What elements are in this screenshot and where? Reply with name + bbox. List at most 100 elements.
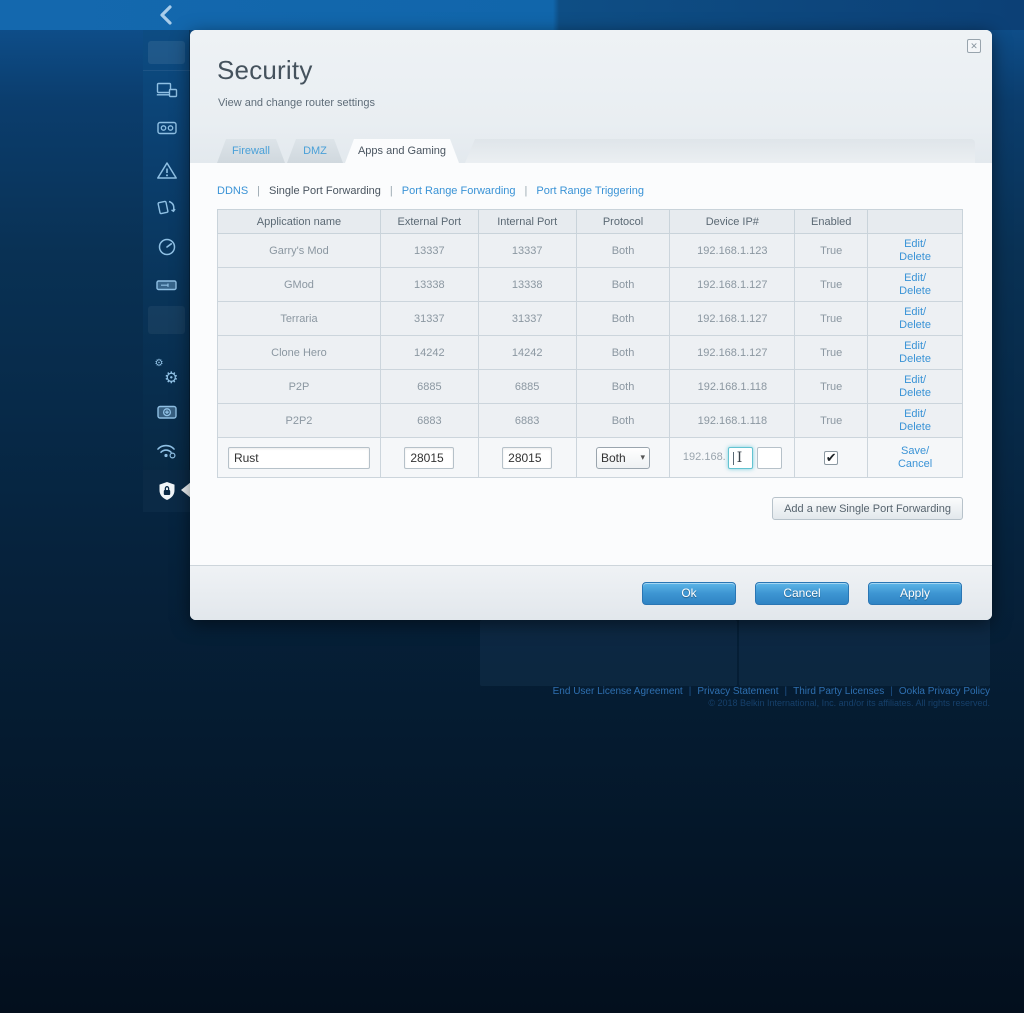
cell-enabled-edit: ✔ <box>794 437 869 478</box>
dialog-footer: Ok Cancel Apply <box>190 565 992 620</box>
col-external-port: External Port <box>379 209 479 234</box>
edit-link[interactable]: Edit/ <box>868 306 962 319</box>
edit-link[interactable]: Edit/ <box>868 340 962 353</box>
delete-link[interactable]: Delete <box>868 421 962 434</box>
delete-link[interactable]: Delete <box>868 285 962 298</box>
edit-link[interactable]: Edit/ <box>868 238 962 251</box>
sidebar-item-media-prioritization[interactable] <box>143 193 190 221</box>
cell-device-ip: 192.168.1.118 <box>669 403 796 438</box>
dialog-content: DDNS | Single Port Forwarding | Port Ran… <box>190 163 992 565</box>
cell-app: GMod <box>217 267 381 302</box>
footer-link-ookla[interactable]: Ookla Privacy Policy <box>899 686 990 697</box>
apply-button[interactable]: Apply <box>868 581 962 605</box>
ip-octet3-input[interactable]: I <box>727 446 753 469</box>
cell-app-edit <box>217 437 381 478</box>
cell-app: Terraria <box>217 301 381 336</box>
external-port-input[interactable] <box>404 446 455 469</box>
cell-internal-port: 14242 <box>477 335 577 370</box>
edit-link[interactable]: Edit/ <box>868 374 962 387</box>
security-dialog: Security View and change router settings… <box>190 30 992 620</box>
ok-button[interactable]: Ok <box>642 581 736 605</box>
delete-link[interactable]: Delete <box>868 387 962 400</box>
sidebar-item-wireless[interactable] <box>143 436 190 464</box>
cancel-link[interactable]: Cancel <box>868 458 962 471</box>
tab-dmz[interactable]: DMZ <box>287 139 343 163</box>
footer-link-third-party[interactable]: Third Party Licenses <box>793 686 884 697</box>
delete-link[interactable]: Delete <box>868 251 962 264</box>
cell-protocol: Both <box>575 233 671 268</box>
sidebar-divider <box>143 70 190 71</box>
chevron-down-icon: ▾ <box>640 452 645 462</box>
cell-device-ip: 192.168.1.127 <box>669 335 796 370</box>
cell-device-ip-edit: 192.168. I <box>669 437 796 478</box>
footer-link-eula[interactable]: End User License Agreement <box>553 686 683 697</box>
table-row: P2P2 6883 6883 Both 192.168.1.118 True E… <box>217 403 963 438</box>
cell-protocol: Both <box>575 369 671 404</box>
security-shield-icon <box>157 481 177 502</box>
col-device-ip: Device IP# <box>669 209 796 234</box>
cell-device-ip: 192.168.1.123 <box>669 233 796 268</box>
subnav-separator: | <box>257 185 261 197</box>
edit-link[interactable]: Edit/ <box>868 408 962 421</box>
media-storage-icon <box>156 119 178 137</box>
enabled-checkbox[interactable]: ✔ <box>824 450 839 465</box>
tab-apps-and-gaming[interactable]: Apps and Gaming <box>345 139 459 163</box>
subnav-port-range-forwarding[interactable]: Port Range Forwarding <box>402 185 516 197</box>
cell-device-ip: 192.168.1.118 <box>669 369 796 404</box>
table-row: Garry's Mod 13337 13337 Both 192.168.1.1… <box>217 233 963 268</box>
subnav-port-range-triggering[interactable]: Port Range Triggering <box>536 185 644 197</box>
cell-enabled: True <box>794 335 869 370</box>
page-footer-links: End User License Agreement | Privacy Sta… <box>553 686 990 697</box>
sidebar-item-settings[interactable]: ⚙ ⚙ <box>143 359 190 387</box>
sidebar-item-troubleshooting[interactable] <box>143 398 190 426</box>
internal-port-input[interactable] <box>502 446 553 469</box>
sidebar-item-external-storage[interactable] <box>143 271 190 299</box>
text-caret <box>732 451 734 465</box>
footer-separator: | <box>890 686 893 697</box>
cell-device-ip: 192.168.1.127 <box>669 301 796 336</box>
cell-external-edit <box>379 437 479 478</box>
cell-enabled: True <box>794 267 869 302</box>
close-icon[interactable]: ✕ <box>967 39 981 53</box>
subnav-separator: | <box>524 185 528 197</box>
table-row: Terraria 31337 31337 Both 192.168.1.127 … <box>217 301 963 336</box>
cell-enabled: True <box>794 369 869 404</box>
subnav-ddns[interactable]: DDNS <box>217 185 248 197</box>
save-link[interactable]: Save/ <box>868 445 962 458</box>
footer-separator: | <box>688 686 692 697</box>
sidebar-item-devices[interactable] <box>143 76 190 104</box>
back-icon[interactable] <box>158 5 178 25</box>
col-actions <box>867 209 963 234</box>
cell-protocol: Both <box>575 267 671 302</box>
page-subtitle: View and change router settings <box>218 97 375 109</box>
footer-link-privacy[interactable]: Privacy Statement <box>697 686 778 697</box>
cell-external-port: 6883 <box>379 403 479 438</box>
cell-protocol-edit: Both ▾ <box>575 437 671 478</box>
tab-bar: Firewall DMZ Apps and Gaming <box>217 139 992 163</box>
cell-internal-port: 31337 <box>477 301 577 336</box>
application-name-input[interactable] <box>227 446 370 469</box>
tab-firewall[interactable]: Firewall <box>217 139 285 163</box>
troubleshooting-icon <box>156 403 178 421</box>
cell-external-port: 13338 <box>379 267 479 302</box>
table-row: Clone Hero 14242 14242 Both 192.168.1.12… <box>217 335 963 370</box>
ip-octet4-input[interactable] <box>756 446 782 469</box>
cell-external-port: 14242 <box>379 335 479 370</box>
cancel-button[interactable]: Cancel <box>755 581 849 605</box>
sidebar-item-speed-test[interactable] <box>143 233 190 261</box>
sidebar-item-alerts[interactable] <box>143 156 190 184</box>
edit-link[interactable]: Edit/ <box>868 272 962 285</box>
cell-internal-port: 13337 <box>477 233 577 268</box>
protocol-select[interactable]: Both ▾ <box>596 446 650 469</box>
cell-actions: Edit/Delete <box>867 335 963 370</box>
add-single-port-forwarding-button[interactable]: Add a new Single Port Forwarding <box>772 497 963 520</box>
sub-navigation: DDNS | Single Port Forwarding | Port Ran… <box>217 185 644 197</box>
subnav-separator: | <box>389 185 393 197</box>
sidebar-item-media-storage[interactable] <box>143 114 190 142</box>
delete-link[interactable]: Delete <box>868 319 962 332</box>
tab-strip-filler <box>465 139 975 163</box>
delete-link[interactable]: Delete <box>868 353 962 366</box>
cell-protocol: Both <box>575 335 671 370</box>
subnav-single-port-forwarding[interactable]: Single Port Forwarding <box>269 185 381 197</box>
top-bar <box>0 0 1024 30</box>
